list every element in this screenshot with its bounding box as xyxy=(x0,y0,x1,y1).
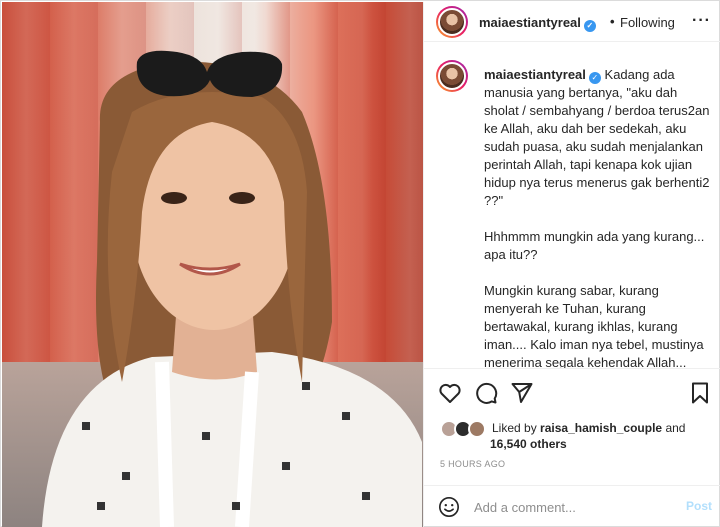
caption-verified-badge-icon: ✓ xyxy=(588,72,601,84)
bookmark-icon[interactable] xyxy=(688,381,712,405)
paper-plane-icon[interactable] xyxy=(510,381,534,405)
following-button[interactable]: Following xyxy=(620,15,675,30)
action-bar xyxy=(424,368,720,416)
comment-input[interactable] xyxy=(474,497,674,517)
heart-icon[interactable] xyxy=(438,381,462,405)
post-photo[interactable] xyxy=(2,2,423,527)
liked-by-user[interactable]: raisa_hamish_couple xyxy=(540,421,662,435)
likes-section: Liked by raisa_hamish_couple and 16,540 … xyxy=(424,416,720,456)
post-modal: maiaestiantyreal ✓ • Following ··· maiaes… xyxy=(0,0,720,527)
author-username[interactable]: maiaestiantyreal ✓ xyxy=(479,15,596,32)
caption-text: maiaestiantyreal ✓ Kadang ada manusia yan… xyxy=(484,66,712,368)
post-comment-button[interactable]: Post xyxy=(686,499,712,513)
liked-by-line: Liked by raisa_hamish_couple and xyxy=(492,421,686,435)
verified-badge-icon: ✓ xyxy=(583,20,596,32)
caption-username[interactable]: maiaestiantyreal xyxy=(484,67,586,82)
caption-avatar[interactable] xyxy=(436,60,468,92)
comment-icon[interactable] xyxy=(474,381,498,405)
post-header: maiaestiantyreal ✓ • Following ··· xyxy=(424,2,720,42)
post-timestamp[interactable]: 5 HOURS AGO xyxy=(440,459,505,469)
follow-separator: • xyxy=(610,14,615,29)
more-options-icon[interactable]: ··· xyxy=(692,12,711,30)
portrait-image xyxy=(42,50,422,527)
liker-avatars[interactable] xyxy=(440,420,490,440)
caption-body: Kadang ada manusia yang bertanya, "aku d… xyxy=(484,67,710,368)
comment-box: Post xyxy=(424,485,720,527)
post-sidebar: maiaestiantyreal ✓ • Following ··· maiaes… xyxy=(423,2,720,527)
likes-count[interactable]: 16,540 others xyxy=(490,437,567,451)
caption-area: maiaestiantyreal ✓ Kadang ada manusia yan… xyxy=(424,42,720,368)
smiley-icon[interactable] xyxy=(438,496,460,518)
liker-avatar xyxy=(468,420,486,438)
author-avatar[interactable] xyxy=(436,6,468,38)
